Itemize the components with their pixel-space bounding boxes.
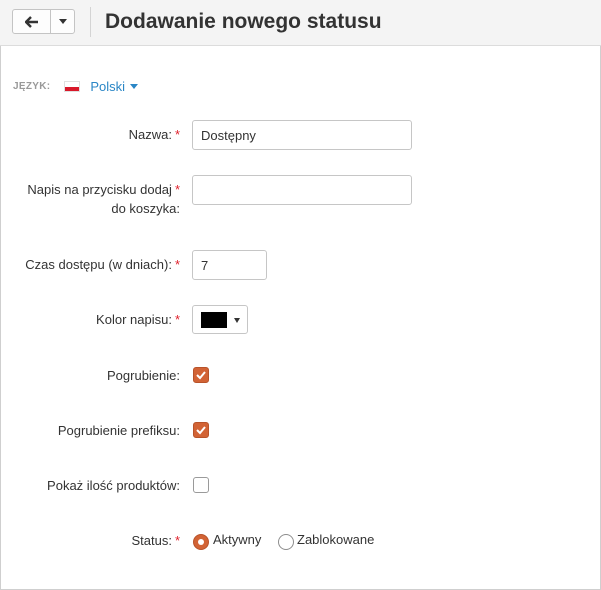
access-time-label-text: Czas dostępu (w dniach): — [25, 257, 172, 272]
color-swatch — [201, 312, 227, 328]
name-label-text: Nazwa: — [128, 127, 172, 142]
text-color-label-text: Kolor napisu: — [96, 312, 172, 327]
required-marker: * — [174, 127, 180, 142]
show-count-label: Pokaż ilość produktów: — [10, 476, 180, 495]
status-label-text: Status: — [131, 533, 172, 548]
bold-prefix-label-text: Pogrubienie prefiksu: — [57, 423, 180, 438]
toolbar-divider — [90, 7, 91, 37]
bold-checkbox[interactable] — [193, 367, 209, 383]
status-option-blocked-label[interactable]: Zablokowane — [297, 531, 374, 549]
bold-prefix-label: Pogrubienie prefiksu: — [10, 421, 180, 440]
nav-button-group — [12, 9, 75, 34]
button-text-label-line1: Napis na przycisku dodaj — [27, 182, 172, 197]
button-text-label: Napis na przycisku dodaj * do koszyka: — [10, 180, 180, 218]
show-count-label-text: Pokaż ilość produktów: — [47, 478, 180, 493]
status-radio-active[interactable] — [193, 534, 209, 550]
arrow-left-icon — [24, 15, 38, 28]
language-label: JĘZYK: — [13, 81, 51, 92]
checkmark-icon — [196, 426, 206, 435]
page-title: Dodawanie nowego statusu — [105, 10, 382, 33]
bold-label-text: Pogrubienie: — [107, 368, 180, 383]
status-label: Status: * — [10, 531, 180, 550]
caret-down-icon — [234, 318, 240, 323]
bold-prefix-checkbox[interactable] — [193, 422, 209, 438]
required-marker: * — [174, 257, 180, 272]
show-count-checkbox[interactable] — [193, 477, 209, 493]
caret-down-icon — [58, 19, 67, 24]
form-panel: JĘZYK: Polski Nazwa:* Napis na przycisku… — [0, 46, 601, 590]
status-radio-blocked[interactable] — [278, 534, 294, 550]
top-toolbar: Dodawanie nowego statusu — [0, 0, 601, 46]
back-button[interactable] — [13, 10, 51, 33]
name-label: Nazwa: * — [10, 125, 180, 144]
language-row: JĘZYK: Polski — [13, 79, 139, 94]
button-text-label-line2: do koszyka: — [111, 201, 180, 216]
access-time-label: Czas dostępu (w dniach): * — [10, 255, 180, 274]
button-text-input[interactable] — [192, 175, 412, 205]
radio-dot — [198, 539, 204, 545]
language-selected-label: Polski — [90, 79, 126, 94]
language-dropdown[interactable]: Polski — [90, 79, 139, 94]
bold-label: Pogrubienie: — [10, 366, 180, 385]
required-marker: * — [174, 533, 180, 548]
checkmark-icon — [196, 371, 206, 380]
nav-dropdown-button[interactable] — [51, 10, 74, 33]
required-marker: * — [174, 182, 180, 197]
access-time-input[interactable] — [192, 250, 267, 280]
required-marker: * — [174, 312, 180, 327]
caret-down-icon — [130, 84, 139, 89]
text-color-picker[interactable] — [192, 305, 248, 334]
name-input[interactable] — [192, 120, 412, 150]
poland-flag-icon — [64, 81, 81, 92]
text-color-label: Kolor napisu: * — [10, 310, 180, 329]
status-option-active-label[interactable]: Aktywny — [213, 531, 261, 549]
